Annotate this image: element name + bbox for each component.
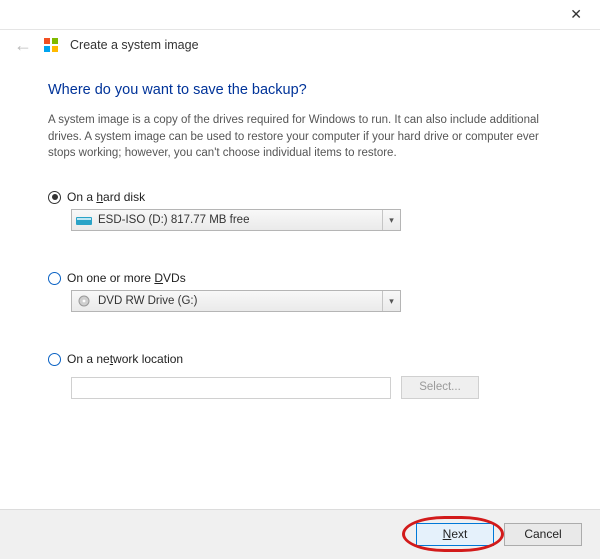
network-path-input[interactable]	[71, 377, 391, 399]
cancel-button[interactable]: Cancel	[504, 523, 582, 546]
radio-hard-disk-label: On a hard disk	[67, 190, 145, 204]
hard-disk-combo[interactable]: ESD-ISO (D:) 817.77 MB free ▾	[71, 209, 401, 231]
radio-dvd-label: On one or more DVDs	[67, 271, 186, 285]
dvd-combo[interactable]: DVD RW Drive (G:) ▾	[71, 290, 401, 312]
dvd-combo-value: DVD RW Drive (G:)	[98, 295, 197, 307]
wizard-header: ← Create a system image	[0, 30, 600, 64]
select-button: Select...	[401, 376, 479, 399]
system-image-icon	[42, 36, 60, 54]
chevron-down-icon[interactable]: ▾	[382, 291, 400, 311]
titlebar: ✕	[0, 0, 600, 30]
hard-disk-combo-value: ESD-ISO (D:) 817.77 MB free	[98, 214, 249, 226]
option-network: On a network location Select...	[48, 352, 552, 399]
next-button[interactable]: Next	[416, 523, 494, 546]
chevron-down-icon[interactable]: ▾	[382, 210, 400, 230]
page-heading: Where do you want to save the backup?	[48, 82, 552, 98]
radio-dvd[interactable]	[48, 272, 61, 285]
radio-hard-disk[interactable]	[48, 191, 61, 204]
radio-network[interactable]	[48, 353, 61, 366]
content-area: Where do you want to save the backup? A …	[0, 64, 600, 399]
page-description: A system image is a copy of the drives r…	[48, 112, 552, 162]
option-hard-disk: On a hard disk ESD-ISO (D:) 817.77 MB fr…	[48, 190, 552, 231]
footer: Next Cancel	[0, 509, 600, 559]
wizard-title: Create a system image	[70, 38, 199, 52]
disc-icon	[76, 295, 92, 307]
option-dvd: On one or more DVDs DVD RW Drive (G:) ▾	[48, 271, 552, 312]
back-icon[interactable]: ←	[14, 36, 32, 54]
drive-icon	[76, 214, 92, 226]
radio-network-label: On a network location	[67, 352, 183, 366]
close-icon[interactable]: ✕	[564, 4, 588, 25]
